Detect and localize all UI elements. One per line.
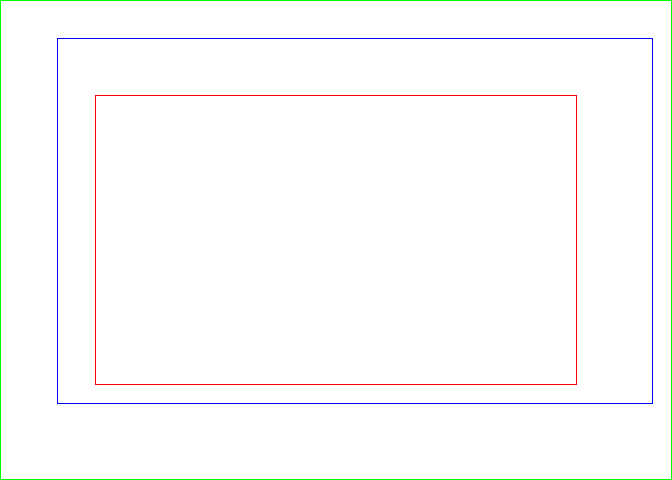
inner-region-frame (95, 95, 577, 385)
